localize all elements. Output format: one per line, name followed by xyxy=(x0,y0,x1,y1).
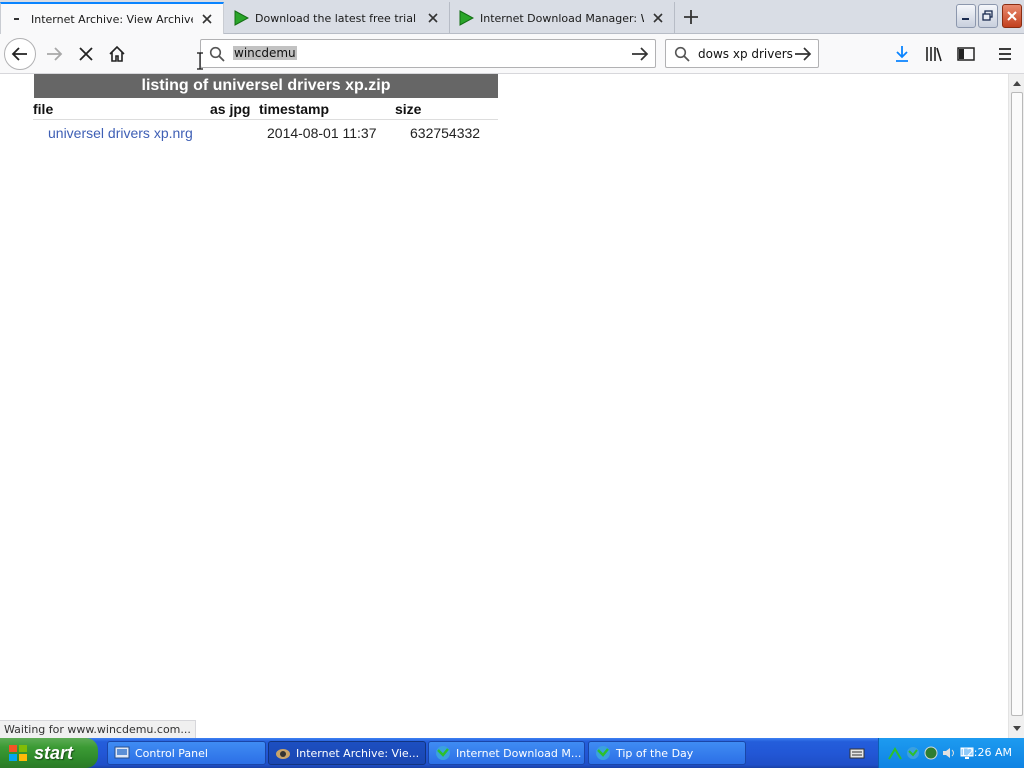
network-icon[interactable] xyxy=(887,745,903,761)
task-label: Internet Download M... xyxy=(456,746,582,760)
tab-strip: Internet Archive: View Archive Download … xyxy=(0,0,1024,34)
close-icon[interactable] xyxy=(425,10,441,26)
library-icon xyxy=(926,47,942,62)
task-label: Tip of the Day xyxy=(616,746,694,760)
taskbar-item-idm[interactable]: Internet Download M... xyxy=(428,741,585,765)
archive-listing: listing of universel drivers xp.zip file… xyxy=(33,74,498,141)
back-arrow-icon xyxy=(11,47,27,61)
system-tray: 12:26 AM xyxy=(878,738,1024,768)
close-icon[interactable] xyxy=(199,11,215,27)
minimize-button[interactable] xyxy=(956,4,976,28)
column-header-file: file xyxy=(33,101,54,117)
stop-button[interactable] xyxy=(70,38,102,70)
scroll-down-icon[interactable] xyxy=(1011,722,1023,736)
task-label: Control Panel xyxy=(135,746,208,760)
search-icon xyxy=(674,46,690,65)
tab-title: Internet Download Manager: Welc xyxy=(480,11,644,25)
navigation-toolbar: wincdemu dows xp drivers xyxy=(0,34,1024,74)
page-content: listing of universel drivers xp.zip file… xyxy=(0,52,1008,738)
vertical-scrollbar[interactable] xyxy=(1008,74,1024,738)
taskbar-item-tip-of-the-day[interactable]: Tip of the Day xyxy=(588,741,746,765)
minimize-icon xyxy=(962,18,969,20)
tab-title: Internet Archive: View Archive xyxy=(31,12,193,26)
downloads-button[interactable] xyxy=(886,38,918,70)
close-window-button[interactable] xyxy=(1002,4,1022,28)
plus-icon xyxy=(684,10,698,24)
header-divider xyxy=(33,119,498,120)
go-arrow-icon[interactable] xyxy=(631,46,649,65)
column-header-as-jpg: as jpg xyxy=(210,101,251,117)
control-panel-icon xyxy=(114,745,130,761)
column-header-timestamp: timestamp xyxy=(259,101,330,117)
sidebar-icon xyxy=(957,47,975,61)
forward-arrow-icon xyxy=(47,47,63,61)
go-arrow-icon[interactable] xyxy=(794,46,812,65)
play-icon xyxy=(233,10,249,26)
search-bar[interactable]: dows xp drivers xyxy=(665,39,819,68)
text-cursor-icon xyxy=(196,52,204,73)
browser-icon xyxy=(275,745,291,761)
start-label: start xyxy=(34,742,74,763)
idm-globe-icon xyxy=(435,745,451,761)
forward-button[interactable] xyxy=(38,38,70,70)
home-icon xyxy=(109,45,125,62)
status-bar: Waiting for www.wincdemu.com... xyxy=(0,720,196,738)
column-header-size: size xyxy=(395,101,422,117)
url-input[interactable]: wincdemu xyxy=(233,46,297,60)
library-button[interactable] xyxy=(918,38,950,70)
url-bar[interactable]: wincdemu xyxy=(200,39,656,68)
hamburger-menu-icon xyxy=(999,48,1011,60)
tab-title: Download the latest free trial versi xyxy=(255,11,419,25)
taskbar-item-control-panel[interactable]: Control Panel xyxy=(107,741,266,765)
sidebar-button[interactable] xyxy=(950,38,982,70)
tab-download-trial[interactable]: Download the latest free trial versi xyxy=(225,2,450,34)
file-link[interactable]: universel drivers xp.nrg xyxy=(48,125,193,141)
tab-internet-archive[interactable]: Internet Archive: View Archive xyxy=(0,2,224,34)
listing-title: listing of universel drivers xp.zip xyxy=(34,74,498,98)
keyboard-icon[interactable] xyxy=(849,745,865,761)
idm-globe-icon xyxy=(595,745,611,761)
taskbar-item-internet-archive[interactable]: Internet Archive: Vie... xyxy=(268,741,426,765)
home-button[interactable] xyxy=(101,38,133,70)
security-icon[interactable] xyxy=(923,745,939,761)
windows-taskbar: start Control Panel Internet Archive: Vi… xyxy=(0,738,1024,768)
new-tab-button[interactable] xyxy=(678,4,704,30)
idm-tray-icon[interactable] xyxy=(905,745,921,761)
close-icon[interactable] xyxy=(650,10,666,26)
scrollbar-thumb[interactable] xyxy=(1011,92,1023,716)
page-dot-icon xyxy=(9,11,25,27)
play-icon xyxy=(458,10,474,26)
scroll-up-icon[interactable] xyxy=(1011,76,1023,90)
search-icon xyxy=(209,46,225,65)
file-timestamp: 2014-08-01 11:37 xyxy=(267,125,377,141)
download-arrow-icon xyxy=(896,46,908,62)
volume-icon[interactable] xyxy=(941,745,957,761)
menu-button[interactable] xyxy=(989,38,1021,70)
task-label: Internet Archive: Vie... xyxy=(296,746,420,760)
search-input[interactable]: dows xp drivers xyxy=(698,47,793,61)
tab-idm-welcome[interactable]: Internet Download Manager: Welc xyxy=(450,2,675,34)
restore-button[interactable] xyxy=(978,4,998,28)
file-size: 632754332 xyxy=(410,125,481,141)
restore-icon xyxy=(982,10,993,21)
close-icon xyxy=(1007,11,1017,21)
back-button[interactable] xyxy=(4,38,36,70)
start-button[interactable]: start xyxy=(0,738,98,768)
clock[interactable]: 12:26 AM xyxy=(960,746,1012,759)
stop-icon xyxy=(79,47,93,61)
windows-logo-icon xyxy=(8,743,28,763)
